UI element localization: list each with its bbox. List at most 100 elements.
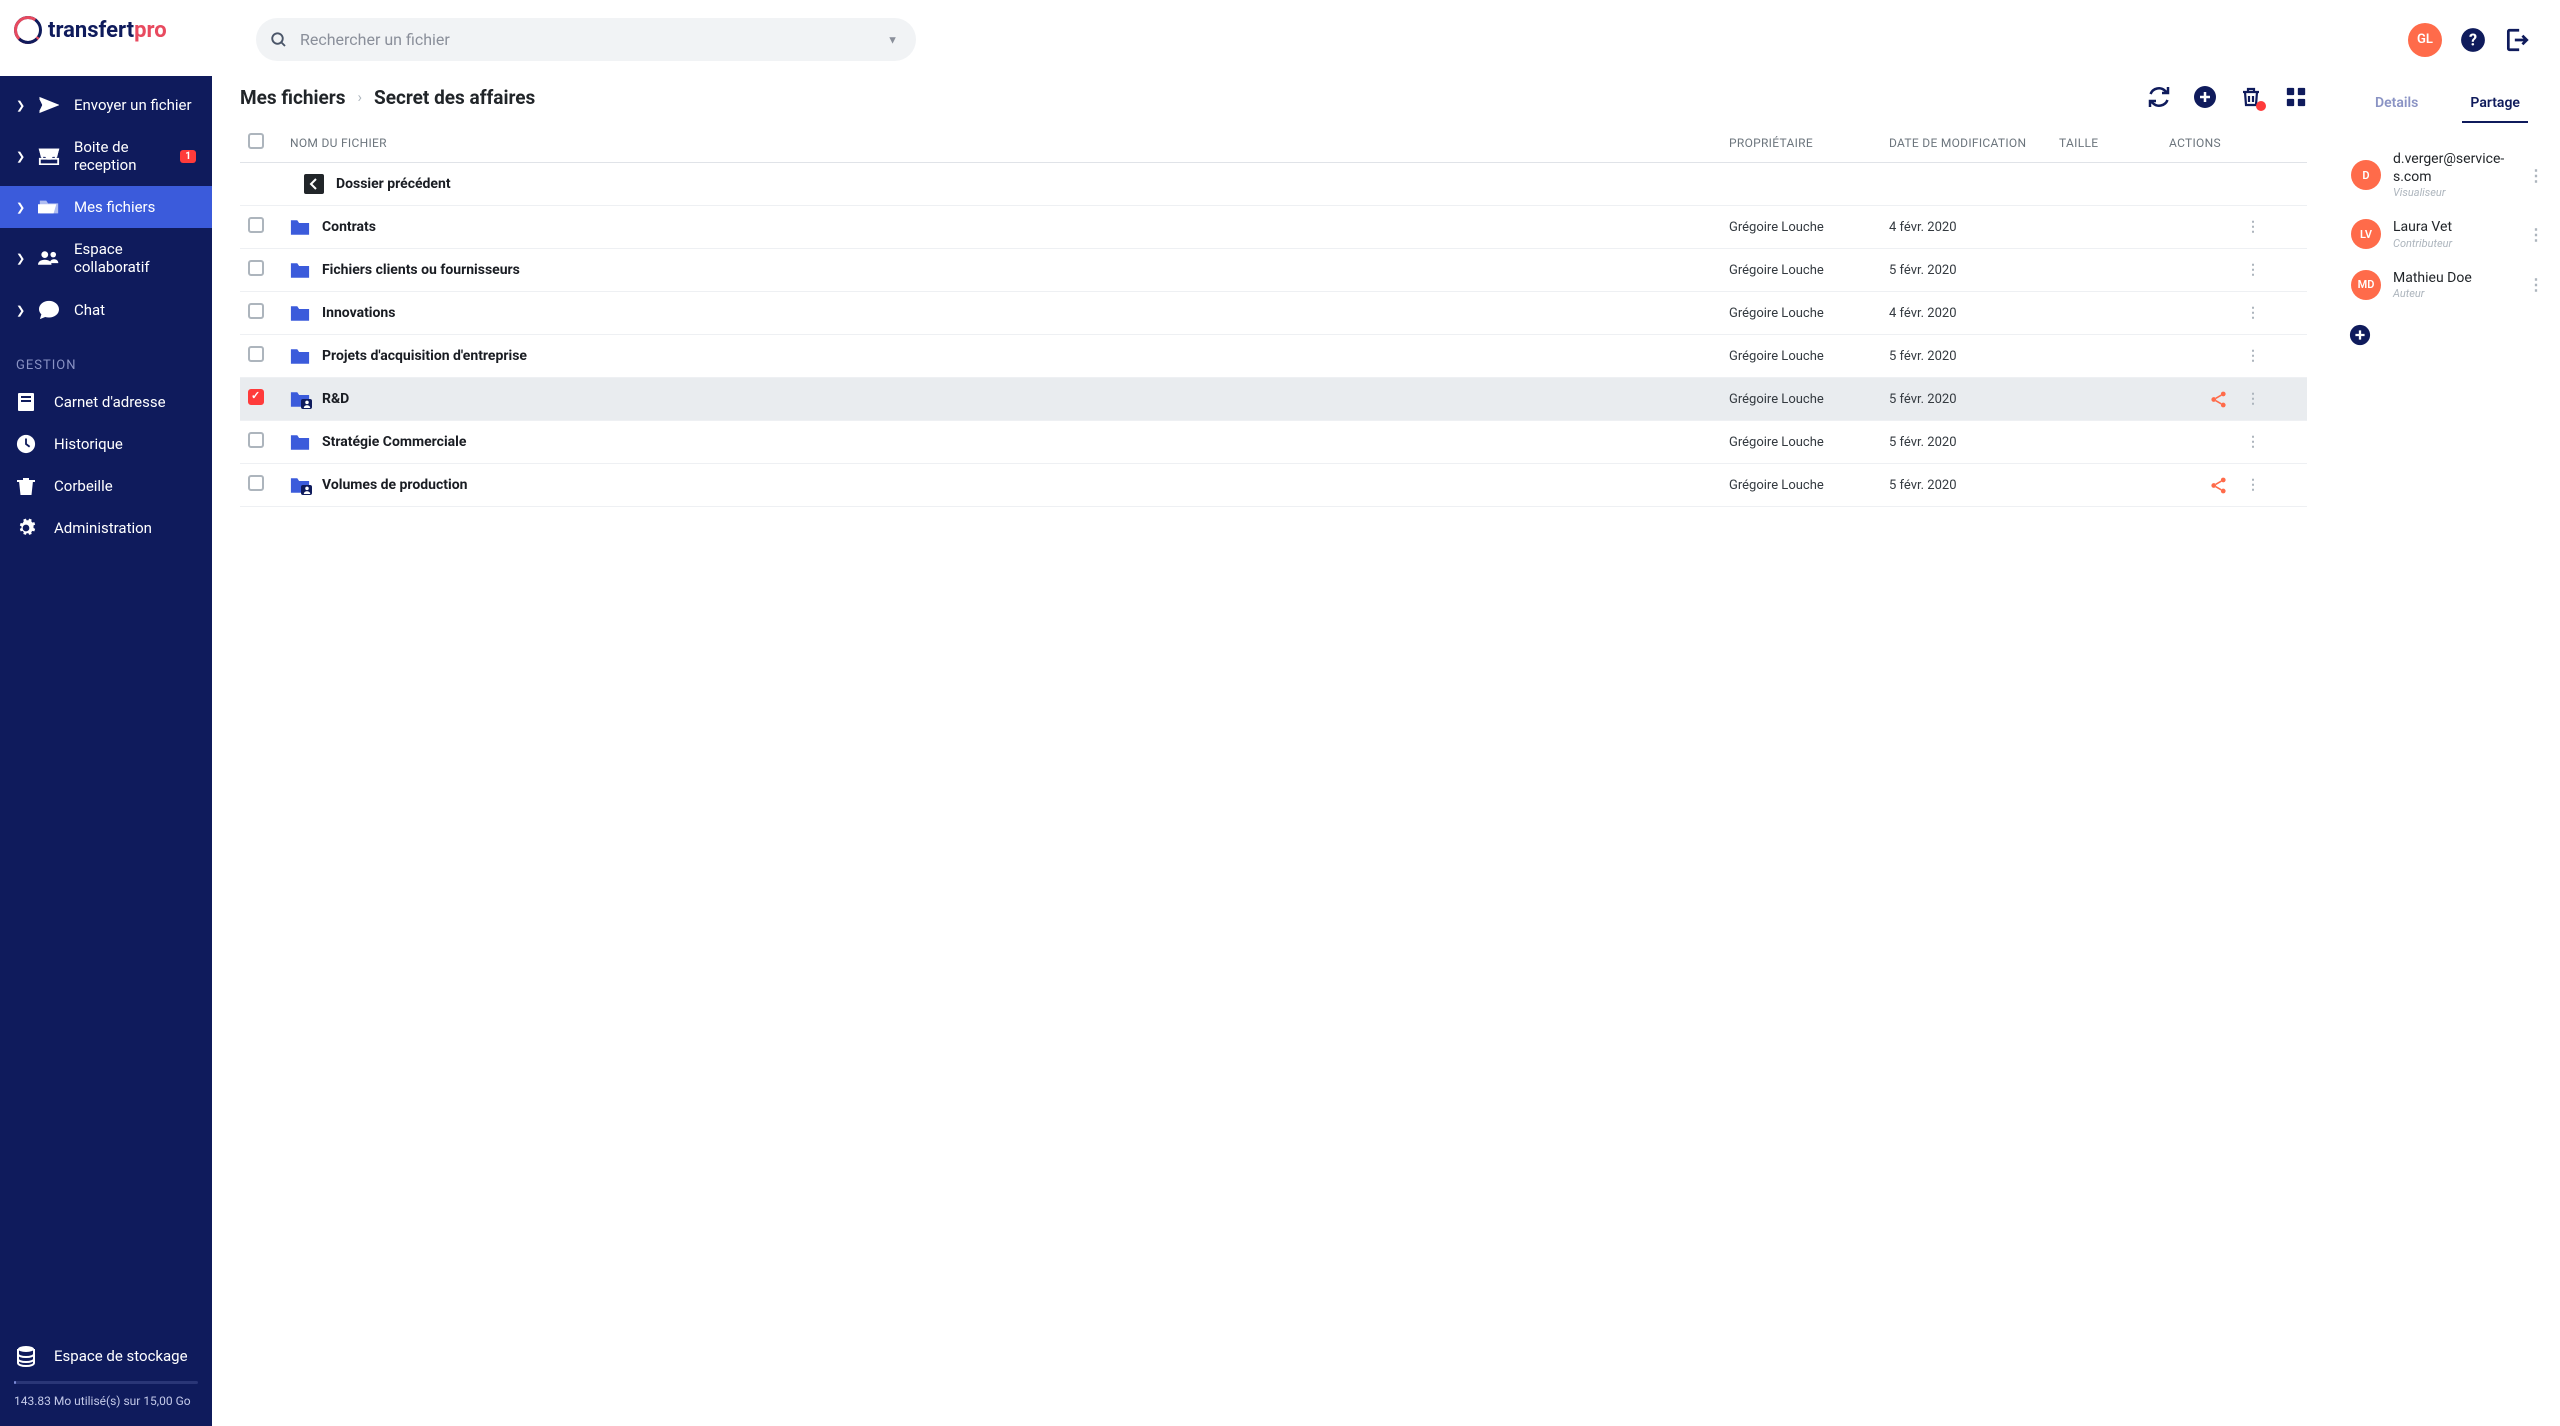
nav-label: Espace collaboratif xyxy=(74,240,196,276)
file-date: 5 févr. 2020 xyxy=(1889,349,2059,364)
row-checkbox[interactable] xyxy=(248,389,264,405)
share-icon[interactable] xyxy=(2209,390,2228,409)
nav-item-folder-open[interactable]: ❯ Mes fichiers xyxy=(0,186,212,228)
share-avatar: MD xyxy=(2351,270,2381,300)
gestion-item-book[interactable]: Carnet d'adresse xyxy=(0,381,212,423)
send-icon xyxy=(38,96,60,114)
table-row[interactable]: R&D Grégoire Louche 5 févr. 2020 ⋮ xyxy=(240,378,2307,421)
add-share xyxy=(2349,324,2546,346)
share-avatar: LV xyxy=(2351,219,2381,249)
more-icon[interactable]: ⋮ xyxy=(2246,348,2259,364)
share-name: d.verger@service-s.com xyxy=(2393,151,2516,186)
tab-details[interactable]: Details xyxy=(2367,89,2426,123)
gear-icon xyxy=(16,518,36,538)
breadcrumb-root[interactable]: Mes fichiers xyxy=(240,86,346,109)
table-row[interactable]: Contrats Grégoire Louche 4 févr. 2020 ⋮ xyxy=(240,206,2307,249)
help-button[interactable]: ? xyxy=(2460,27,2486,53)
users-icon xyxy=(38,249,60,267)
select-all-checkbox[interactable] xyxy=(248,133,264,149)
col-name[interactable]: NOM DU FICHIER xyxy=(282,136,1729,150)
storage-section: Espace de stockage 143.83 Mo utilisé(s) … xyxy=(0,1335,212,1426)
share-role: Visualiseur xyxy=(2393,186,2516,199)
row-checkbox[interactable] xyxy=(248,475,264,491)
table-row[interactable]: Projets d'acquisition d'entreprise Grégo… xyxy=(240,335,2307,378)
more-icon[interactable]: ⋮ xyxy=(2246,262,2259,278)
user-avatar[interactable]: GL xyxy=(2408,23,2442,57)
folder-icon xyxy=(290,434,310,451)
nav-label: Boite de reception xyxy=(74,138,166,174)
more-icon[interactable]: ⋮ xyxy=(2246,434,2259,450)
storage-text: 143.83 Mo utilisé(s) sur 15,00 Go xyxy=(14,1394,198,1408)
refresh-button[interactable] xyxy=(2147,85,2171,109)
logo[interactable]: transfertpro xyxy=(0,0,226,76)
badge: 1 xyxy=(180,150,196,163)
search-input[interactable] xyxy=(256,18,916,61)
file-date: 5 févr. 2020 xyxy=(1889,392,2059,407)
gestion-label: Corbeille xyxy=(54,477,113,495)
folder-open-icon xyxy=(38,198,60,216)
row-checkbox[interactable] xyxy=(248,260,264,276)
file-name: Projets d'acquisition d'entreprise xyxy=(322,348,527,364)
more-icon[interactable]: ⋮ xyxy=(2246,477,2259,493)
logo-text: transfertpro xyxy=(48,18,167,43)
folder-icon xyxy=(290,262,310,279)
trash-button[interactable] xyxy=(2239,85,2263,109)
row-checkbox[interactable] xyxy=(248,303,264,319)
add-share-button[interactable] xyxy=(2349,324,2540,346)
more-icon[interactable]: ⋮ xyxy=(2246,305,2259,321)
more-icon[interactable]: ⋮ xyxy=(2246,391,2259,407)
gestion-item-trash[interactable]: Corbeille xyxy=(0,465,212,507)
database-icon xyxy=(16,1345,36,1367)
folder-icon xyxy=(290,348,310,365)
file-date: 5 févr. 2020 xyxy=(1889,435,2059,450)
col-owner[interactable]: PROPRIÉTAIRE xyxy=(1729,136,1889,150)
search-icon xyxy=(270,31,288,49)
nav-item-chat[interactable]: ❯ Chat xyxy=(0,288,212,332)
logout-button[interactable] xyxy=(2504,27,2530,53)
breadcrumb-current: Secret des affaires xyxy=(374,86,535,109)
share-name: Mathieu Doe xyxy=(2393,270,2516,288)
logo-icon xyxy=(14,16,42,44)
more-icon[interactable]: ⋮ xyxy=(2528,166,2544,185)
row-checkbox[interactable] xyxy=(248,346,264,362)
file-name: Fichiers clients ou fournisseurs xyxy=(322,262,520,278)
file-owner: Grégoire Louche xyxy=(1729,306,1889,321)
file-name: Volumes de production xyxy=(322,477,467,493)
chevron-right-icon: ❯ xyxy=(16,304,24,317)
grid-view-button[interactable] xyxy=(2285,86,2307,108)
chevron-down-icon[interactable]: ▼ xyxy=(887,33,898,46)
table-row[interactable]: Fichiers clients ou fournisseurs Grégoir… xyxy=(240,249,2307,292)
col-date[interactable]: DATE DE MODIFICATION xyxy=(1889,136,2059,150)
add-button[interactable] xyxy=(2193,85,2217,109)
chevron-right-icon: ❯ xyxy=(16,99,24,112)
col-size[interactable]: TAILLE xyxy=(2059,136,2169,150)
nav-item-send[interactable]: ❯ Envoyer un fichier xyxy=(0,84,212,126)
storage-bar xyxy=(14,1381,198,1384)
details-panel: Details Partage D d.verger@service-s.com… xyxy=(2335,73,2560,1426)
tab-share[interactable]: Partage xyxy=(2462,89,2528,123)
chevron-right-icon: ❯ xyxy=(16,201,24,214)
more-icon[interactable]: ⋮ xyxy=(2528,275,2544,294)
gestion-item-clock[interactable]: Historique xyxy=(0,423,212,465)
chat-icon xyxy=(38,300,60,320)
table-row[interactable]: Volumes de production Grégoire Louche 5 … xyxy=(240,464,2307,507)
folder-icon xyxy=(290,477,310,494)
share-icon[interactable] xyxy=(2209,476,2228,495)
nav-item-inbox[interactable]: ❯ Boite de reception 1 xyxy=(0,126,212,186)
file-date: 5 févr. 2020 xyxy=(1889,478,2059,493)
table-row[interactable]: Innovations Grégoire Louche 4 févr. 2020… xyxy=(240,292,2307,335)
more-icon[interactable]: ⋮ xyxy=(2246,219,2259,235)
nav-item-users[interactable]: ❯ Espace collaboratif xyxy=(0,228,212,288)
more-icon[interactable]: ⋮ xyxy=(2528,225,2544,244)
share-item: LV Laura Vet Contributeur ⋮ xyxy=(2349,209,2546,260)
table-row[interactable]: Stratégie Commerciale Grégoire Louche 5 … xyxy=(240,421,2307,464)
clock-icon xyxy=(16,434,36,454)
row-checkbox[interactable] xyxy=(248,432,264,448)
row-checkbox[interactable] xyxy=(248,217,264,233)
main: ▼ GL ? Mes fichiers › Secret des affaire… xyxy=(212,0,2560,1426)
share-avatar: D xyxy=(2351,160,2381,190)
parent-folder-row[interactable]: Dossier précédent xyxy=(240,163,2307,206)
gestion-item-gear[interactable]: Administration xyxy=(0,507,212,549)
nav-label: Chat xyxy=(74,301,105,319)
storage-link[interactable]: Espace de stockage xyxy=(14,1335,198,1381)
